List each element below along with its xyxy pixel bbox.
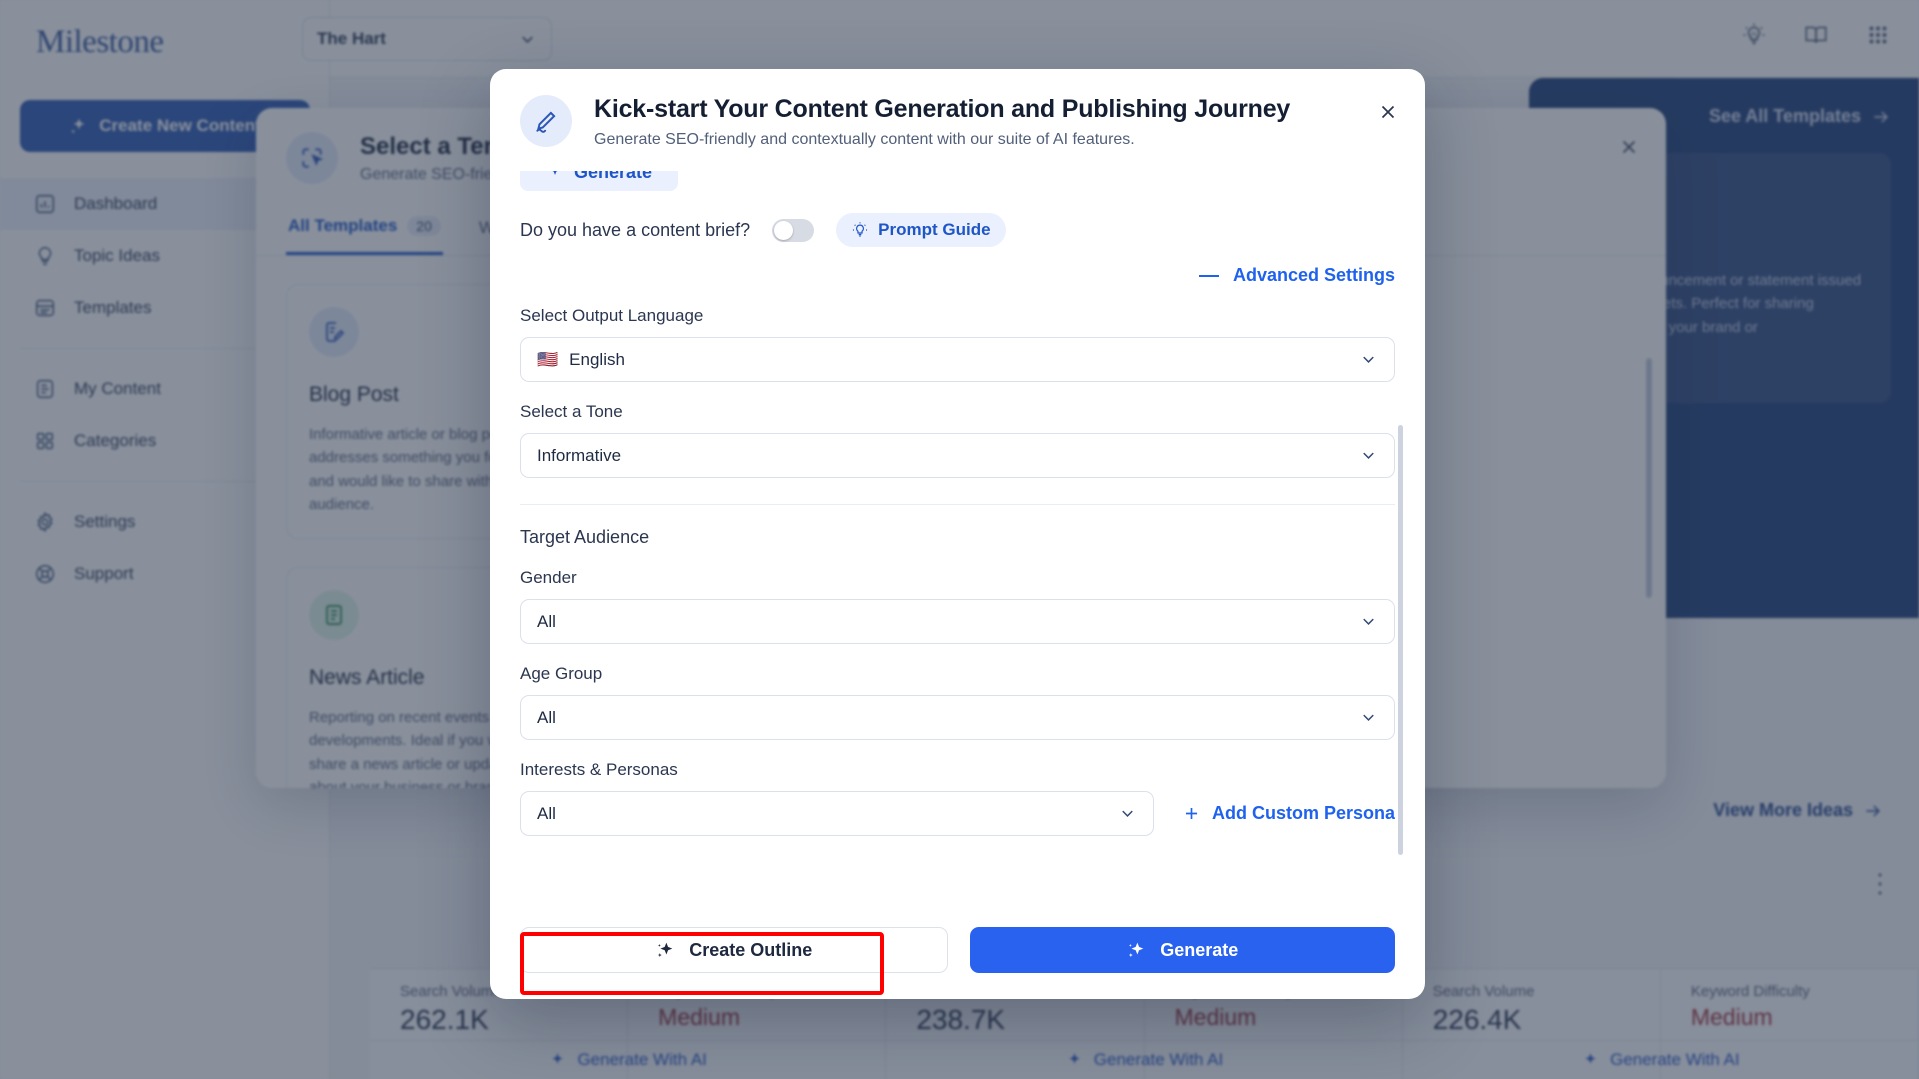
age-group-select[interactable]: All (520, 695, 1395, 740)
interests-personas-row: All Add Custom Persona (520, 791, 1395, 836)
modal-footer: Create Outline Generate (490, 909, 1425, 999)
sparkle-icon (546, 171, 564, 181)
chevron-down-icon (1359, 708, 1378, 727)
pen-write-icon (520, 95, 572, 147)
chevron-down-icon (1359, 446, 1378, 465)
output-language-label: Select Output Language (520, 306, 704, 325)
tone-group: Select a Tone Informative (520, 402, 1395, 478)
plus-icon (1182, 804, 1201, 823)
gender-select[interactable]: All (520, 599, 1395, 644)
close-icon[interactable] (1377, 101, 1399, 123)
flag-icon: 🇺🇸 (537, 349, 559, 369)
section-divider (520, 504, 1395, 505)
chevron-down-icon (1359, 350, 1378, 369)
ai-bulb-icon (851, 221, 869, 239)
add-custom-persona-label: Add Custom Persona (1211, 803, 1395, 823)
sparkle-icon (655, 940, 676, 961)
interests-personas-group: Interests & Personas All Add Custom Pers… (520, 760, 1395, 836)
interests-personas-label: Interests & Personas (520, 760, 678, 779)
screen: Milestone Create New Content Dashboard (0, 0, 1919, 1079)
chevron-down-icon (1118, 804, 1137, 823)
content-generation-modal: Kick-start Your Content Generation and P… (490, 69, 1425, 999)
modal-scrollbar[interactable] (1398, 425, 1403, 855)
advanced-settings-label: Advanced Settings (1232, 265, 1395, 285)
output-language-select[interactable]: 🇺🇸 English (520, 337, 1395, 382)
age-group-label: Age Group (520, 664, 603, 683)
interests-personas-select[interactable]: All (520, 791, 1154, 836)
modal-header: Kick-start Your Content Generation and P… (490, 69, 1425, 163)
tone-value: Informative (537, 445, 622, 465)
create-outline-button[interactable]: Create Outline (520, 927, 948, 973)
add-custom-persona-button[interactable]: Add Custom Persona (1182, 803, 1395, 824)
generate-button-label: Generate (1160, 939, 1239, 960)
prompt-guide-button[interactable]: Prompt Guide (836, 213, 1006, 247)
modal-body: Generate Do you have a content brief? Pr… (490, 163, 1425, 909)
gender-label: Gender (520, 568, 577, 587)
output-language-value: English (569, 349, 625, 369)
generate-chip-label: Generate (573, 163, 653, 182)
modal-subtitle: Generate SEO-friendly and contextually c… (594, 131, 1135, 148)
modal-scroll-area[interactable]: Generate Do you have a content brief? Pr… (520, 163, 1395, 909)
gender-group: Gender All (520, 568, 1395, 644)
generate-chip[interactable]: Generate (520, 163, 678, 191)
tone-label: Select a Tone (520, 402, 623, 421)
sparkle-icon (1126, 940, 1147, 961)
advanced-settings-toggle[interactable]: Advanced Settings (520, 265, 1395, 286)
tone-select[interactable]: Informative (520, 433, 1395, 478)
prompt-guide-label: Prompt Guide (878, 220, 991, 239)
gender-value: All (537, 611, 556, 631)
age-group-group: Age Group All (520, 664, 1395, 740)
create-outline-label: Create Outline (689, 939, 813, 960)
interests-personas-value: All (537, 803, 556, 823)
content-brief-row: Do you have a content brief? Prompt Guid… (520, 213, 1395, 247)
age-group-value: All (537, 707, 556, 727)
modal-title: Kick-start Your Content Generation and P… (594, 95, 1291, 123)
chevron-down-icon (1359, 612, 1378, 631)
target-audience-title: Target Audience (520, 527, 650, 547)
content-brief-label: Do you have a content brief? (520, 219, 751, 240)
output-language-group: Select Output Language 🇺🇸 English (520, 306, 1395, 382)
minus-icon (1198, 274, 1219, 277)
content-brief-toggle[interactable] (772, 218, 815, 242)
generate-button[interactable]: Generate (969, 927, 1395, 973)
toggle-knob (774, 220, 794, 240)
